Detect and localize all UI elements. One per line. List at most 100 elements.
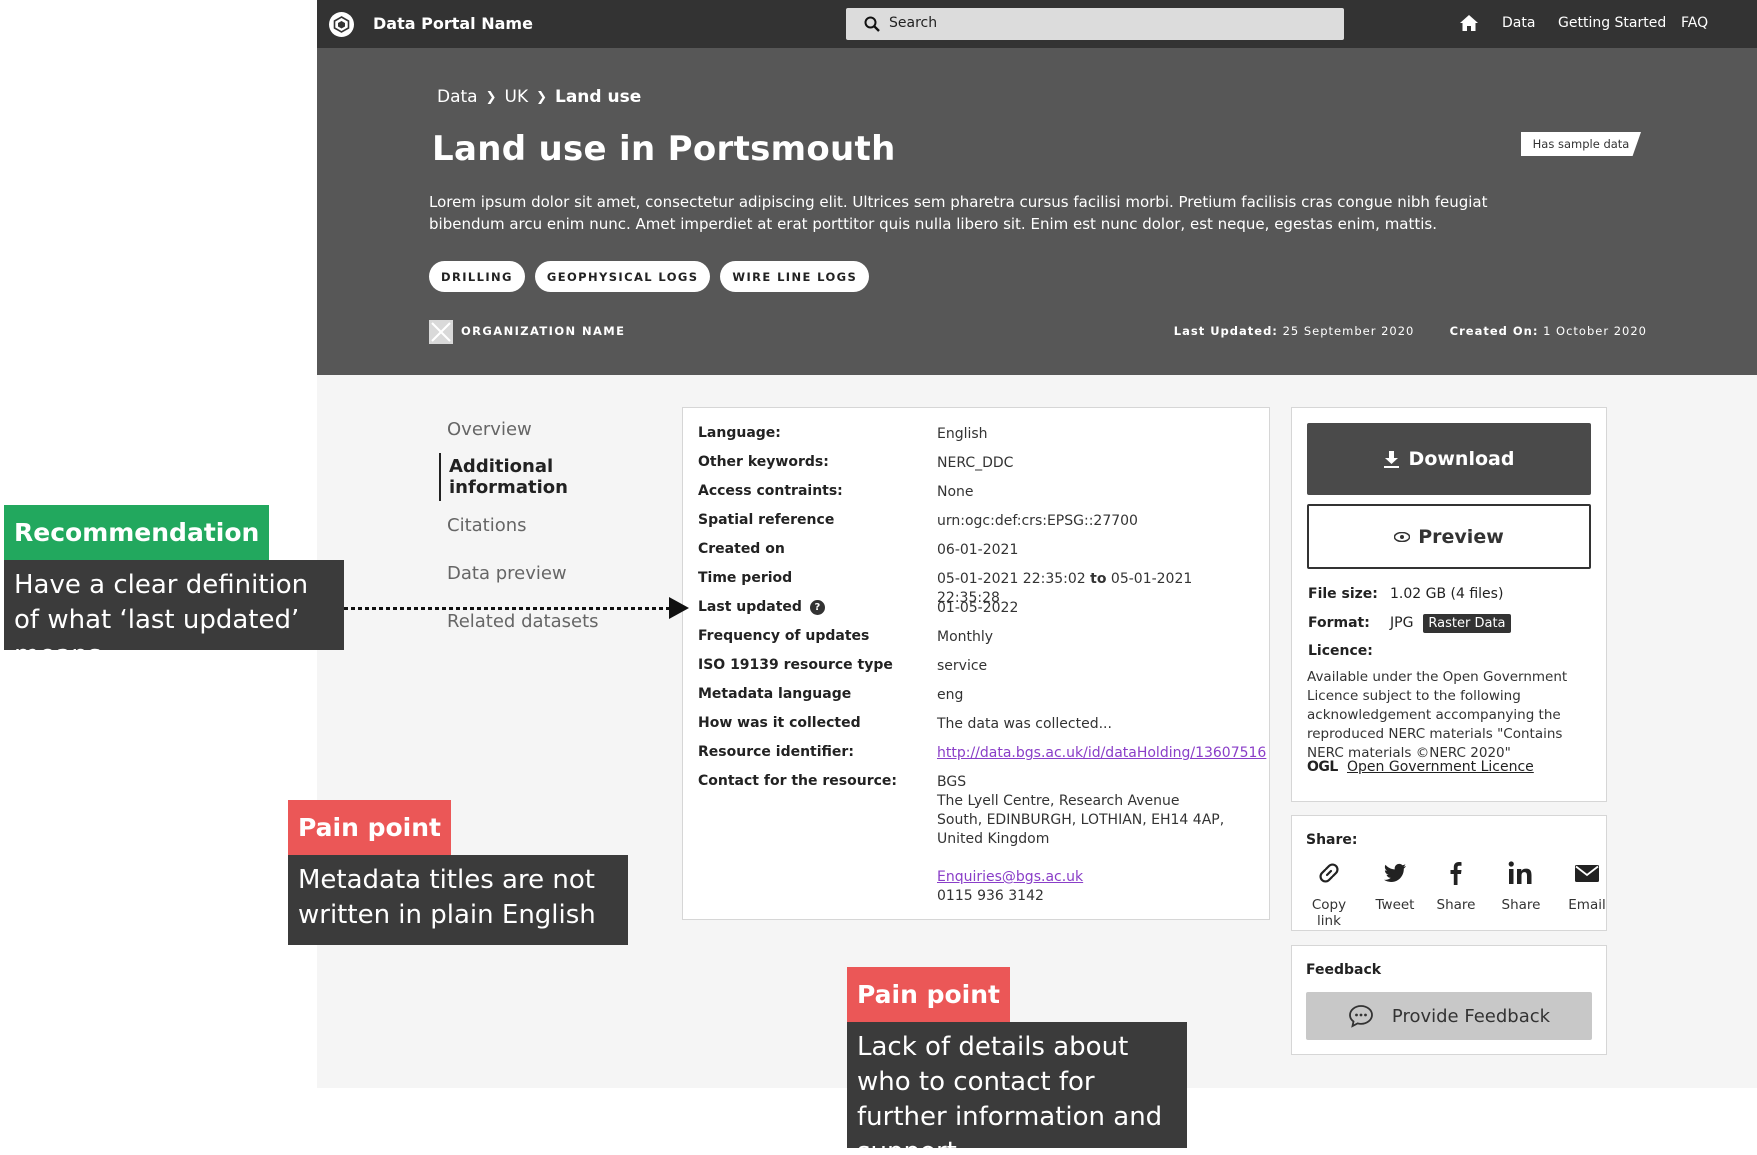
share-tweet[interactable]: Tweet (1364, 860, 1426, 913)
last-updated-label: Last Updated: (1173, 324, 1278, 338)
ogl-licence-link[interactable]: Open Government Licence (1347, 759, 1534, 775)
share-copy-link[interactable]: Copy link (1298, 860, 1360, 929)
page-title: Land use in Portsmouth (432, 129, 896, 169)
share-card: Share: Copy link Tweet Share Share Email (1291, 815, 1607, 931)
metadata-key: Created on (698, 541, 785, 557)
sidenav-item-additional-information[interactable]: Additional information (439, 453, 659, 501)
contact-address: The Lyell Centre, Research Avenue South,… (937, 793, 1225, 847)
licence-heading: Licence: (1308, 643, 1390, 659)
recommendation-body: Have a clear definition of what ‘last up… (4, 560, 344, 670)
download-label: Download (1408, 448, 1515, 470)
metadata-value: Monthly (937, 629, 994, 645)
help-icon[interactable]: ? (809, 600, 825, 615)
metadata-key: ISO 19139 resource type (698, 657, 893, 673)
metadata-value: 01-05-2022 (937, 600, 1019, 616)
licence-label: Licence: (1308, 643, 1373, 659)
share-facebook[interactable]: Share (1425, 860, 1487, 913)
share-label: Email (1568, 897, 1606, 913)
annotation-arrow-line (344, 607, 679, 610)
metadata-value: The data was collected... (937, 716, 1112, 732)
metadata-value: 06-01-2021 (937, 542, 1019, 558)
portal-name[interactable]: Data Portal Name (373, 14, 533, 33)
metadata-key: Resource identifier: (698, 744, 854, 760)
organization-name[interactable]: ORGANIZATION NAME (461, 324, 625, 338)
file-size-value: 1.02 GB (4 files) (1390, 586, 1504, 602)
organization-logo-icon (429, 320, 453, 344)
nav-link-faq[interactable]: FAQ (1681, 15, 1708, 31)
sidenav-item-citations[interactable]: Citations (439, 501, 659, 549)
metadata-key: How was it collected (698, 715, 861, 731)
time-period-to-label: to (1090, 571, 1107, 587)
metadata-key: Last updated (698, 599, 802, 615)
breadcrumb-item-uk[interactable]: UK (505, 87, 529, 107)
contact-email-link[interactable]: Enquiries@bgs.ac.uk (937, 868, 1227, 887)
home-icon[interactable] (1460, 15, 1478, 31)
dataset-header: Data ❯ UK ❯ Land use Land use in Portsmo… (317, 48, 1757, 375)
share-linkedin[interactable]: Share (1490, 860, 1552, 913)
linkedin-icon (1508, 861, 1532, 884)
sidenav-item-data-preview[interactable]: Data preview (439, 549, 659, 597)
metadata-value: None (937, 484, 974, 500)
licence-text: Available under the Open Government Lice… (1307, 669, 1568, 761)
search-input[interactable]: Search (846, 8, 1344, 40)
tag-drilling[interactable]: DRILLING (429, 261, 525, 292)
breadcrumb-item-current: Land use (555, 87, 642, 107)
format-value: JPG (1390, 615, 1414, 631)
tag-geophysical-logs[interactable]: GEOPHYSICAL LOGS (534, 261, 711, 292)
eye-icon (1394, 531, 1411, 542)
created-on-label: Created On: (1449, 324, 1539, 338)
metadata-key: Time period (698, 570, 793, 586)
arrow-right-icon (669, 597, 689, 619)
feedback-title: Feedback (1306, 962, 1382, 978)
email-icon (1575, 865, 1599, 882)
metadata-key: Spatial reference (698, 512, 835, 528)
metadata-value: urn:ogc:def:crs:EPSG::27700 (937, 513, 1138, 529)
metadata-value: eng (937, 687, 964, 703)
nav-link-getting-started[interactable]: Getting Started (1558, 15, 1666, 31)
ogl-logo-icon: OGL (1307, 759, 1338, 775)
share-label: Copy link (1311, 897, 1347, 929)
pain-point-body: Lack of details about who to contact for… (847, 1022, 1187, 1155)
resource-identifier-link[interactable]: http://data.bgs.ac.uk/id/dataHolding/136… (937, 745, 1266, 761)
dataset-description: Lorem ipsum dolor sit amet, consectetur … (429, 193, 1488, 233)
time-period-from: 05-01-2021 22:35:02 (937, 571, 1086, 587)
sample-data-badge: Has sample data (1521, 132, 1641, 156)
download-button[interactable]: Download (1307, 423, 1591, 495)
link-icon (1319, 863, 1339, 883)
metadata-value: English (937, 426, 988, 442)
portal-logo-icon[interactable] (329, 12, 354, 37)
provide-feedback-button[interactable]: Provide Feedback (1306, 992, 1592, 1040)
contact-organization: BGS (937, 774, 967, 790)
sidenav-item-related-datasets[interactable]: Related datasets (439, 597, 659, 645)
preview-button[interactable]: Preview (1307, 504, 1591, 569)
tag-wire-line-logs[interactable]: WIRE LINE LOGS (720, 261, 870, 292)
contact-details: BGS The Lyell Centre, Research Avenue So… (937, 773, 1227, 906)
metadata-key: Language: (698, 425, 781, 441)
metadata-key: Contact for the resource: (698, 773, 897, 789)
nav-link-data[interactable]: Data (1502, 15, 1535, 31)
search-icon (864, 16, 880, 32)
sidenav-item-overview[interactable]: Overview (439, 405, 659, 453)
metadata-card: Language: English Other keywords: NERC_D… (682, 407, 1270, 920)
pain-point-heading: Pain point (847, 967, 1010, 1022)
format-badge: Raster Data (1423, 614, 1511, 633)
metadata-value: NERC_DDC (937, 455, 1014, 471)
breadcrumb: Data ❯ UK ❯ Land use (437, 87, 641, 107)
metadata-key: Metadata language (698, 686, 852, 702)
share-label: Share (1436, 897, 1476, 913)
share-email[interactable]: Email (1556, 860, 1618, 913)
share-label: Tweet (1375, 897, 1415, 913)
search-placeholder: Search (889, 15, 938, 31)
pain-point-heading: Pain point (288, 800, 451, 855)
download-card: Download Preview File size: 1.02 GB (4 fi… (1291, 407, 1607, 802)
metadata-key: Other keywords: (698, 454, 829, 470)
metadata-key: Access contraints: (698, 483, 843, 499)
file-size-label: File size: (1308, 586, 1378, 602)
facebook-icon (1450, 862, 1462, 885)
metadata-value: service (937, 658, 988, 674)
top-navigation: Data Portal Name Search Data Getting Sta… (317, 0, 1757, 48)
created-on-value: 1 October 2020 (1543, 324, 1647, 338)
last-updated-value: 25 September 2020 (1282, 324, 1415, 338)
chevron-right-icon: ❯ (536, 89, 547, 105)
breadcrumb-item-data[interactable]: Data (437, 87, 478, 107)
